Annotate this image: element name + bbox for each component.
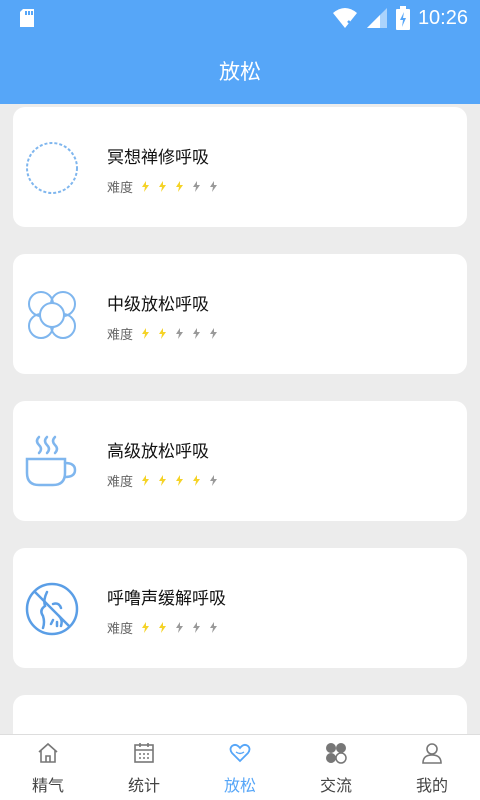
bolt-icon	[176, 475, 184, 486]
calendar-icon	[134, 743, 154, 763]
page-title: 放松	[219, 60, 261, 84]
difficulty-label: 难度	[107, 475, 134, 490]
bolt-icon	[142, 475, 150, 486]
difficulty-label: 难度	[107, 622, 134, 637]
bolt-icon	[193, 475, 201, 486]
exercise-card-snore[interactable]: 呼噜声缓解呼吸 难度	[13, 548, 467, 668]
signal-icon	[366, 8, 387, 28]
bolt-icon	[193, 622, 201, 633]
app-bar: 放松	[0, 36, 480, 104]
tab-label: 交流	[319, 776, 352, 795]
tab-mine[interactable]: 我的	[384, 735, 480, 800]
difficulty-rating: 难度	[107, 471, 226, 490]
exercise-name: 呼噜声缓解呼吸	[107, 589, 226, 609]
bolt-icon	[210, 181, 218, 192]
home-icon	[38, 742, 58, 763]
bolt-icon	[142, 328, 150, 339]
difficulty-rating: 难度	[107, 324, 226, 343]
bolt-icon	[142, 181, 150, 192]
bolt-icon	[193, 328, 201, 339]
bolt-icon	[142, 622, 150, 633]
tab-jingqi[interactable]: 精气	[0, 735, 96, 800]
exercise-name: 冥想禅修呼吸	[107, 148, 209, 168]
bolt-icon	[159, 622, 167, 633]
tab-community[interactable]: 交流	[288, 735, 384, 800]
battery-icon	[395, 6, 410, 30]
tab-label: 统计	[127, 776, 160, 795]
bolt-icon	[210, 622, 218, 633]
exercise-card-advanced[interactable]: 高级放松呼吸 难度	[13, 401, 467, 521]
exercise-card-partial[interactable]	[13, 695, 467, 734]
tab-label: 我的	[415, 776, 448, 795]
bolt-icon	[176, 622, 184, 633]
status-bar: 10:26	[0, 0, 480, 36]
tab-statistics[interactable]: 统计	[96, 735, 192, 800]
heart-icon	[229, 743, 251, 763]
circle-icon	[26, 142, 78, 194]
difficulty-label: 难度	[107, 328, 134, 343]
status-time: 10:26	[417, 6, 468, 29]
difficulty-label: 难度	[107, 181, 134, 196]
tab-relax[interactable]: 放松	[192, 735, 288, 800]
exercise-name: 中级放松呼吸	[107, 295, 209, 315]
tab-label: 放松	[223, 776, 256, 795]
bolt-icon	[176, 181, 184, 192]
person-icon	[422, 743, 442, 764]
exercise-card-meditation[interactable]: 冥想禅修呼吸 难度	[13, 107, 467, 227]
tab-label: 精气	[31, 776, 64, 795]
exercise-name: 高级放松呼吸	[107, 442, 209, 462]
bolt-icon	[159, 328, 167, 339]
difficulty-rating: 难度	[107, 177, 226, 196]
bottom-tab-bar: 精气 统计 放松 交流 我的	[0, 734, 480, 800]
community-icon	[326, 743, 347, 764]
sd-card-icon	[20, 9, 34, 27]
flower-icon	[28, 291, 76, 339]
bolt-icon	[210, 475, 218, 486]
bolt-icon	[210, 328, 218, 339]
wifi-icon	[332, 8, 357, 28]
exercise-list[interactable]: 冥想禅修呼吸 难度 中级放松呼吸 难度 高级放松呼吸 难度 呼噜声缓解呼吸 难度	[0, 104, 480, 734]
snore-face-icon	[25, 582, 79, 636]
bolt-icon	[159, 475, 167, 486]
bolt-icon	[159, 181, 167, 192]
teacup-icon	[25, 435, 77, 487]
bolt-icon	[176, 328, 184, 339]
exercise-card-intermediate[interactable]: 中级放松呼吸 难度	[13, 254, 467, 374]
difficulty-rating: 难度	[107, 618, 226, 637]
bolt-icon	[193, 181, 201, 192]
